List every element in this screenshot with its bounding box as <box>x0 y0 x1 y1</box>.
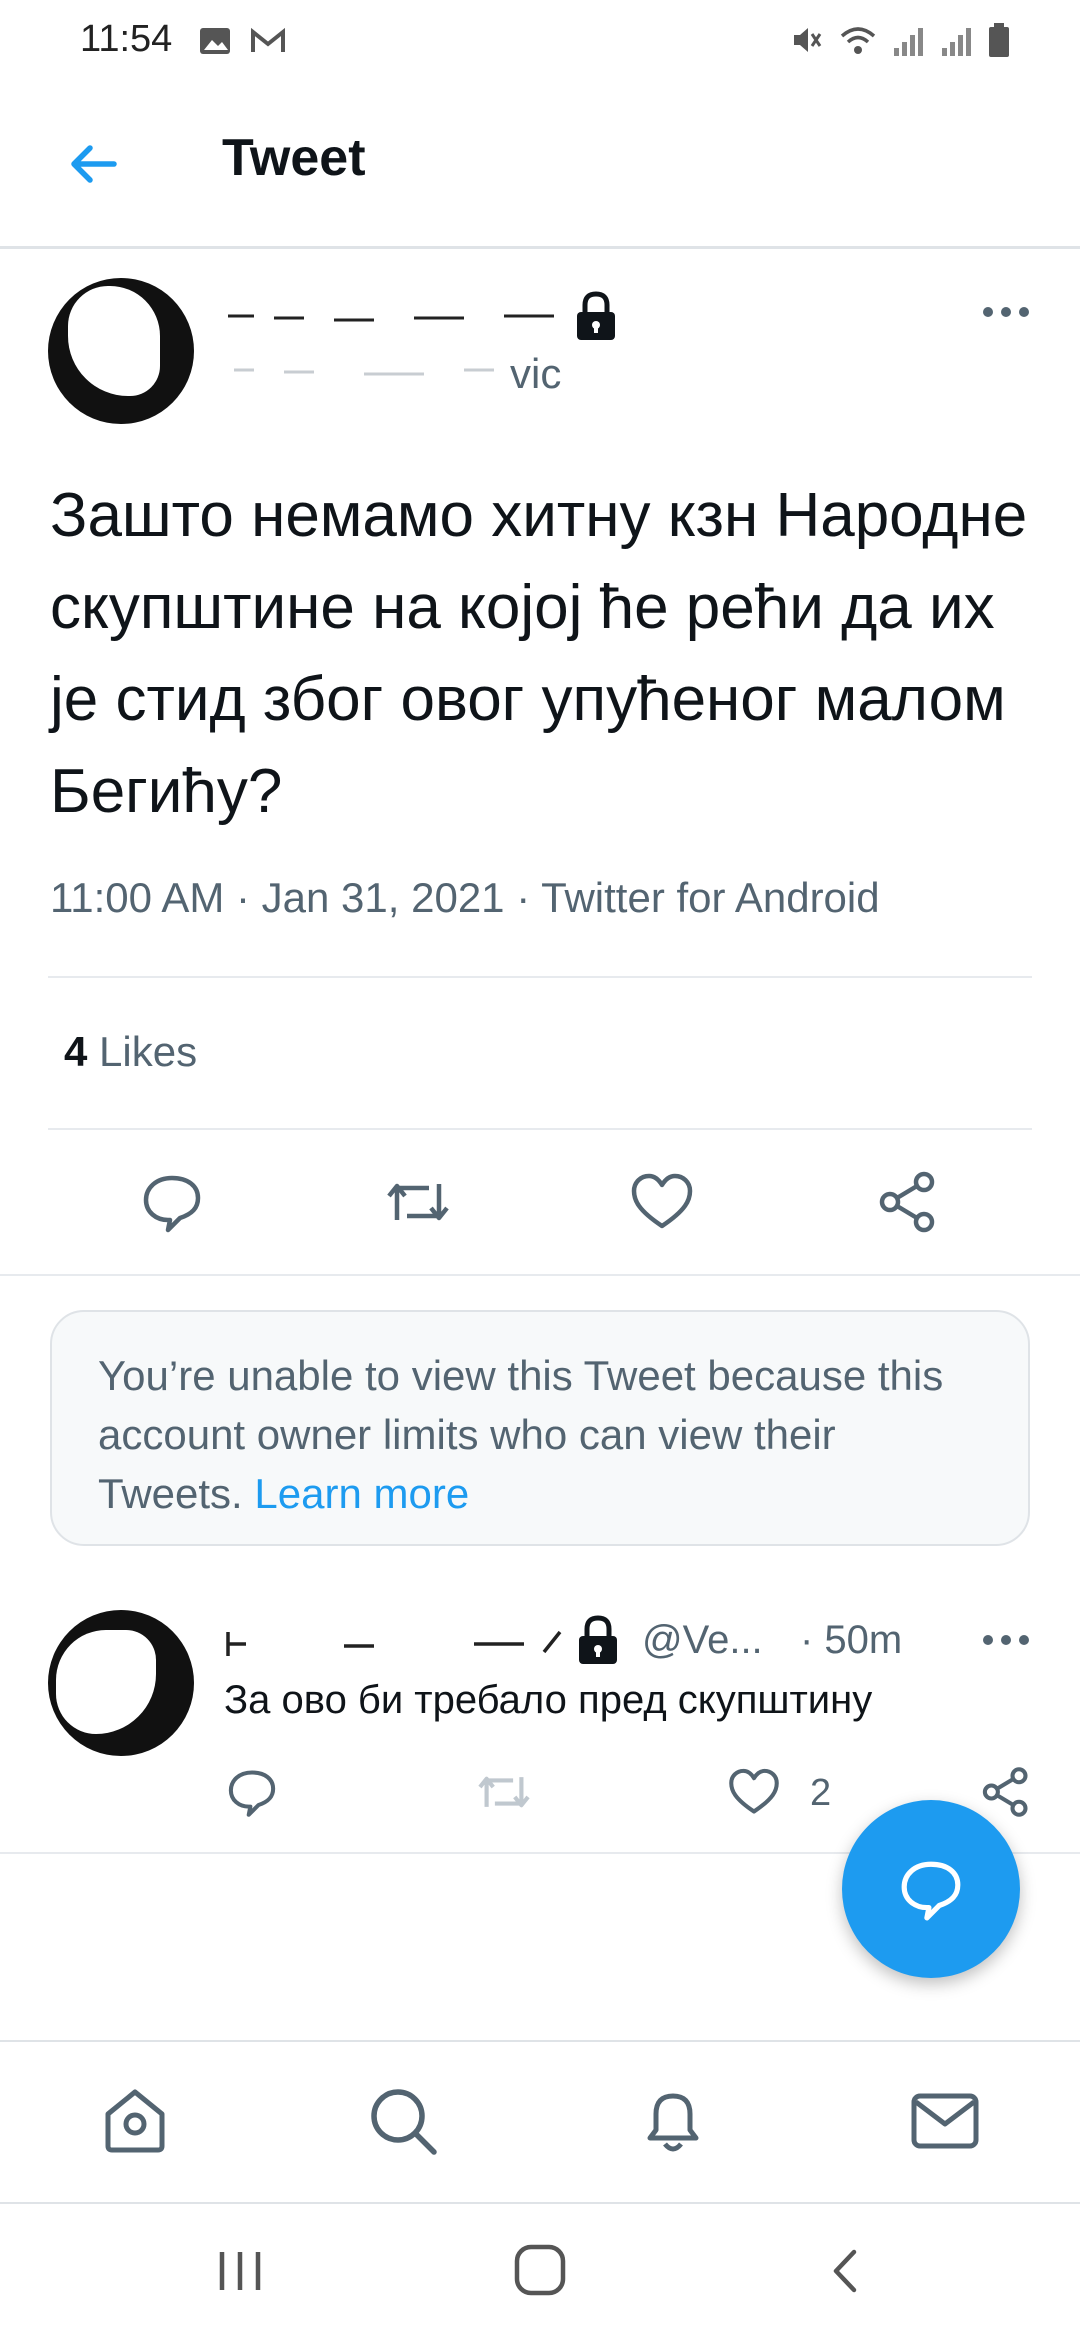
back-system-button[interactable] <box>820 2246 870 2301</box>
like-button[interactable] <box>622 1162 702 1242</box>
back-button[interactable] <box>56 128 128 200</box>
notice-text: You’re unable to view this Tweet because… <box>98 1352 944 1517</box>
lock-icon <box>579 1615 617 1664</box>
more-horizontal-icon <box>983 307 1029 317</box>
share-button[interactable] <box>868 1162 948 1242</box>
search-icon <box>371 2089 437 2155</box>
handle-redaction <box>224 346 504 386</box>
chevron-left-icon <box>833 2249 857 2293</box>
name-redaction <box>226 1630 562 1656</box>
meta-separator: · <box>516 874 542 921</box>
recent-apps-button[interactable] <box>210 2246 270 2301</box>
compose-reply-button[interactable] <box>842 1800 1020 1978</box>
signal-icon <box>894 28 923 56</box>
retweet-icon <box>478 1776 530 1808</box>
heart-icon <box>631 1173 693 1229</box>
divider <box>0 1274 1080 1276</box>
learn-more-link[interactable]: Learn more <box>254 1470 469 1517</box>
bell-icon <box>647 2093 699 2152</box>
mail-icon <box>911 2093 979 2149</box>
reply-like-button[interactable] <box>714 1752 794 1832</box>
home-icon <box>105 2089 165 2153</box>
likes-stat[interactable]: 4 Likes <box>64 1028 197 1076</box>
author-avatar[interactable] <box>48 278 194 424</box>
share-icon <box>982 1767 1028 1817</box>
more-options-button[interactable] <box>976 292 1036 332</box>
reply-avatar[interactable] <box>48 1610 194 1756</box>
status-time: 11:54 <box>80 18 173 60</box>
reply-like-count: 2 <box>810 1772 832 1814</box>
reply-author-name[interactable] <box>224 1622 564 1662</box>
comment-icon <box>143 1175 201 1233</box>
compose-reply-icon <box>901 1861 961 1921</box>
nav-search[interactable] <box>358 2076 448 2166</box>
lock-icon <box>577 291 615 340</box>
retweet-icon <box>387 1183 449 1221</box>
app-header: Tweet <box>0 86 1080 249</box>
tweet-meta: 11:00 AM · Jan 31, 2021 · Twitter for An… <box>50 874 880 922</box>
reply-time: · 50m <box>800 1618 903 1662</box>
recents-icon <box>219 2252 261 2290</box>
reply-reply-button[interactable] <box>212 1752 292 1832</box>
system-navigation <box>0 2202 1080 2340</box>
bottom-navigation <box>0 2040 1080 2204</box>
name-redaction <box>228 314 554 322</box>
signal-icon-2 <box>942 28 971 56</box>
status-notification-icons <box>198 24 286 58</box>
mute-icon <box>794 28 822 52</box>
comment-icon <box>228 1770 276 1817</box>
reply-handle: @Ve... <box>642 1618 763 1662</box>
arrow-left-icon <box>71 145 117 183</box>
likes-label: Likes <box>99 1028 198 1075</box>
home-system-button[interactable] <box>512 2242 568 2303</box>
battery-icon <box>989 23 1009 57</box>
divider <box>48 1128 1032 1130</box>
divider <box>48 976 1032 978</box>
heart-icon <box>729 1768 779 1814</box>
retweet-button[interactable] <box>378 1162 458 1242</box>
gallery-icon <box>200 28 230 54</box>
author-name[interactable] <box>224 296 574 336</box>
avatar-redaction <box>56 1630 156 1734</box>
reply-button[interactable] <box>132 1162 212 1242</box>
status-bar: 11:54 <box>0 0 1080 86</box>
home-square-icon <box>514 2244 566 2296</box>
reply-more-button[interactable] <box>976 1620 1036 1660</box>
reply-text: За ово би требало пред скупштину <box>224 1678 873 1722</box>
tweet-source[interactable]: Twitter for Android <box>541 874 879 921</box>
reply-retweet-button[interactable] <box>464 1752 544 1832</box>
more-horizontal-icon <box>983 1635 1029 1645</box>
likes-count: 4 <box>64 1028 88 1075</box>
page-title: Tweet <box>222 129 366 187</box>
status-system-icons <box>788 22 1010 58</box>
unavailable-tweet-notice: You’re unable to view this Tweet because… <box>50 1310 1030 1546</box>
avatar-redaction <box>68 286 160 396</box>
nav-messages[interactable] <box>900 2076 990 2166</box>
tweet-text: Зашто немамо хитну кзн Народне скупштине… <box>50 481 1028 826</box>
author-handle: vic <box>510 350 562 397</box>
wifi-icon <box>840 27 876 54</box>
nav-notifications[interactable] <box>628 2076 718 2166</box>
nav-home[interactable] <box>90 2076 180 2166</box>
gmail-icon <box>251 27 285 52</box>
share-icon <box>879 1171 935 1233</box>
tweet-timestamp[interactable]: 11:00 AM · Jan 31, 2021 <box>50 874 505 921</box>
